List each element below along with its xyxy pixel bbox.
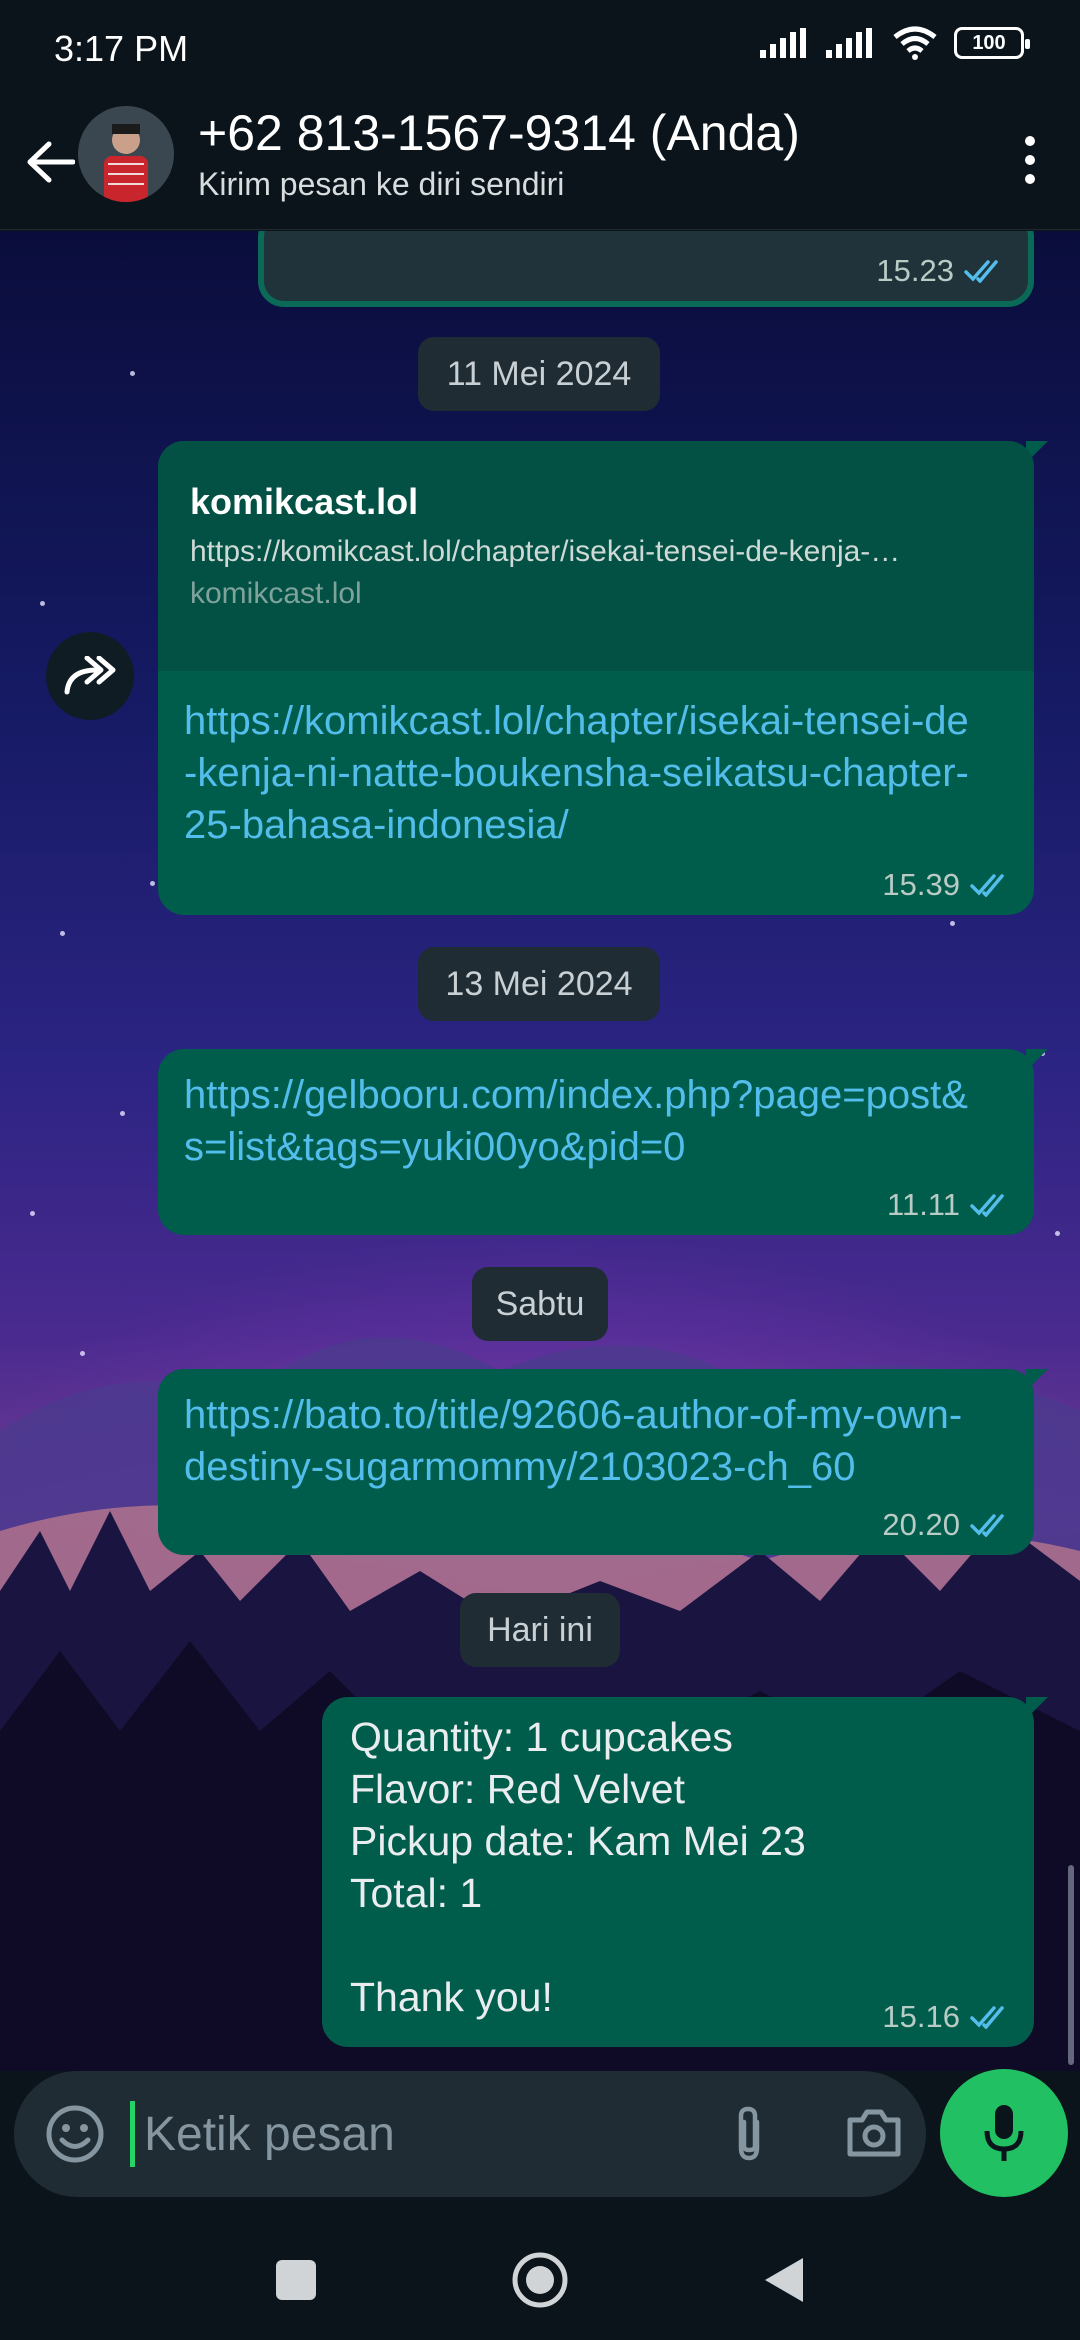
- double-check-icon: [970, 874, 1004, 897]
- message-input-container: [14, 2071, 926, 2197]
- message-time: 15.39: [882, 867, 960, 902]
- chat-area[interactable]: 15.23 11 Mei 2024 komikcast.lol https://…: [0, 231, 1080, 2071]
- camera-button[interactable]: [834, 2101, 914, 2167]
- message-text: Quantity: 1 cupcakes Flavor: Red Velvet …: [350, 1714, 806, 2020]
- paperclip-icon: [738, 2106, 760, 2161]
- camera-icon: [847, 2109, 901, 2157]
- chat-header: +62 813-1567-9314 (Anda) Kirim pesan ke …: [0, 96, 1080, 230]
- double-check-icon: [970, 2006, 1004, 2029]
- more-vert-icon: [1025, 136, 1035, 146]
- date-separator: Hari ini: [460, 1593, 620, 1667]
- message-time: 15.23: [876, 253, 954, 288]
- battery-icon: 100: [954, 27, 1030, 59]
- signal-icon: [826, 28, 872, 58]
- forward-icon: [64, 656, 116, 695]
- recents-button[interactable]: [256, 2240, 336, 2320]
- date-separator: Sabtu: [472, 1267, 608, 1341]
- message-bubble[interactable]: https://bato.to/title/92606-author-of-my…: [158, 1369, 1048, 1555]
- message-bubble[interactable]: Quantity: 1 cupcakes Flavor: Red Velvet …: [322, 1697, 1048, 2047]
- link-preview[interactable]: komikcast.lol https://komikcast.lol/chap…: [158, 441, 1034, 671]
- message-link[interactable]: https://gelbooru.com/index.php?page=post…: [184, 1069, 984, 1173]
- avatar[interactable]: [78, 106, 174, 202]
- double-check-icon: [964, 260, 998, 283]
- message-time: 11.11: [887, 1187, 960, 1222]
- triangle-back-icon: [765, 2258, 803, 2302]
- link-preview-domain: komikcast.lol: [190, 577, 362, 610]
- avatar-image: [78, 106, 174, 202]
- message-meta: 15.16: [882, 1999, 1010, 2035]
- message-bubble[interactable]: 15.23: [258, 231, 1034, 307]
- double-check-icon: [970, 1514, 1004, 1537]
- voice-record-button[interactable]: [940, 2069, 1068, 2197]
- status-bar: 3:17 PM 100: [0, 0, 1080, 96]
- message-bubble-link-preview[interactable]: komikcast.lol https://komikcast.lol/chap…: [158, 441, 1048, 915]
- message-link[interactable]: https://komikcast.lol/chapter/isekai-ten…: [184, 695, 974, 851]
- contact-subtitle: Kirim pesan ke diri sendiri: [198, 166, 565, 202]
- date-separator: 13 Mei 2024: [418, 947, 660, 1021]
- status-icons: 100: [760, 26, 1030, 60]
- mic-icon: [984, 2105, 1024, 2161]
- message-meta: 11.11: [887, 1187, 1010, 1223]
- home-circle-icon: [512, 2252, 568, 2308]
- date-separator: 11 Mei 2024: [418, 337, 660, 411]
- battery-level: 100: [972, 31, 1006, 54]
- emoji-icon: [46, 2105, 104, 2163]
- more-options-button[interactable]: [1002, 124, 1058, 196]
- message-link[interactable]: https://bato.to/title/92606-author-of-my…: [184, 1389, 984, 1493]
- square-icon: [276, 2260, 316, 2300]
- emoji-button[interactable]: [42, 2101, 108, 2167]
- message-bubble[interactable]: https://gelbooru.com/index.php?page=post…: [158, 1049, 1048, 1235]
- back-nav-button[interactable]: [744, 2240, 824, 2320]
- forward-button[interactable]: [46, 632, 134, 720]
- text-caret: [130, 2101, 135, 2167]
- message-meta: 15.23: [876, 253, 1004, 289]
- message-time: 20.20: [882, 1507, 960, 1542]
- back-button[interactable]: [18, 130, 82, 194]
- message-time: 15.16: [882, 1999, 960, 2034]
- link-preview-title: komikcast.lol: [190, 481, 419, 522]
- scrollbar[interactable]: [1068, 1865, 1074, 2065]
- double-check-icon: [970, 1194, 1004, 1217]
- arrow-left-icon: [27, 141, 75, 183]
- wifi-icon: [893, 26, 937, 60]
- status-time: 3:17 PM: [54, 28, 189, 69]
- contact-name[interactable]: +62 813-1567-9314 (Anda): [198, 104, 800, 162]
- attach-button[interactable]: [714, 2099, 784, 2169]
- message-meta: 20.20: [882, 1507, 1010, 1543]
- home-button[interactable]: [500, 2240, 580, 2320]
- system-nav-bar: [0, 2210, 1080, 2340]
- message-meta: 15.39: [882, 867, 1010, 903]
- link-preview-url: https://komikcast.lol/chapter/isekai-ten…: [190, 535, 901, 568]
- signal-icon: [760, 28, 806, 58]
- message-input[interactable]: [144, 2099, 704, 2169]
- composer: [0, 2069, 1080, 2211]
